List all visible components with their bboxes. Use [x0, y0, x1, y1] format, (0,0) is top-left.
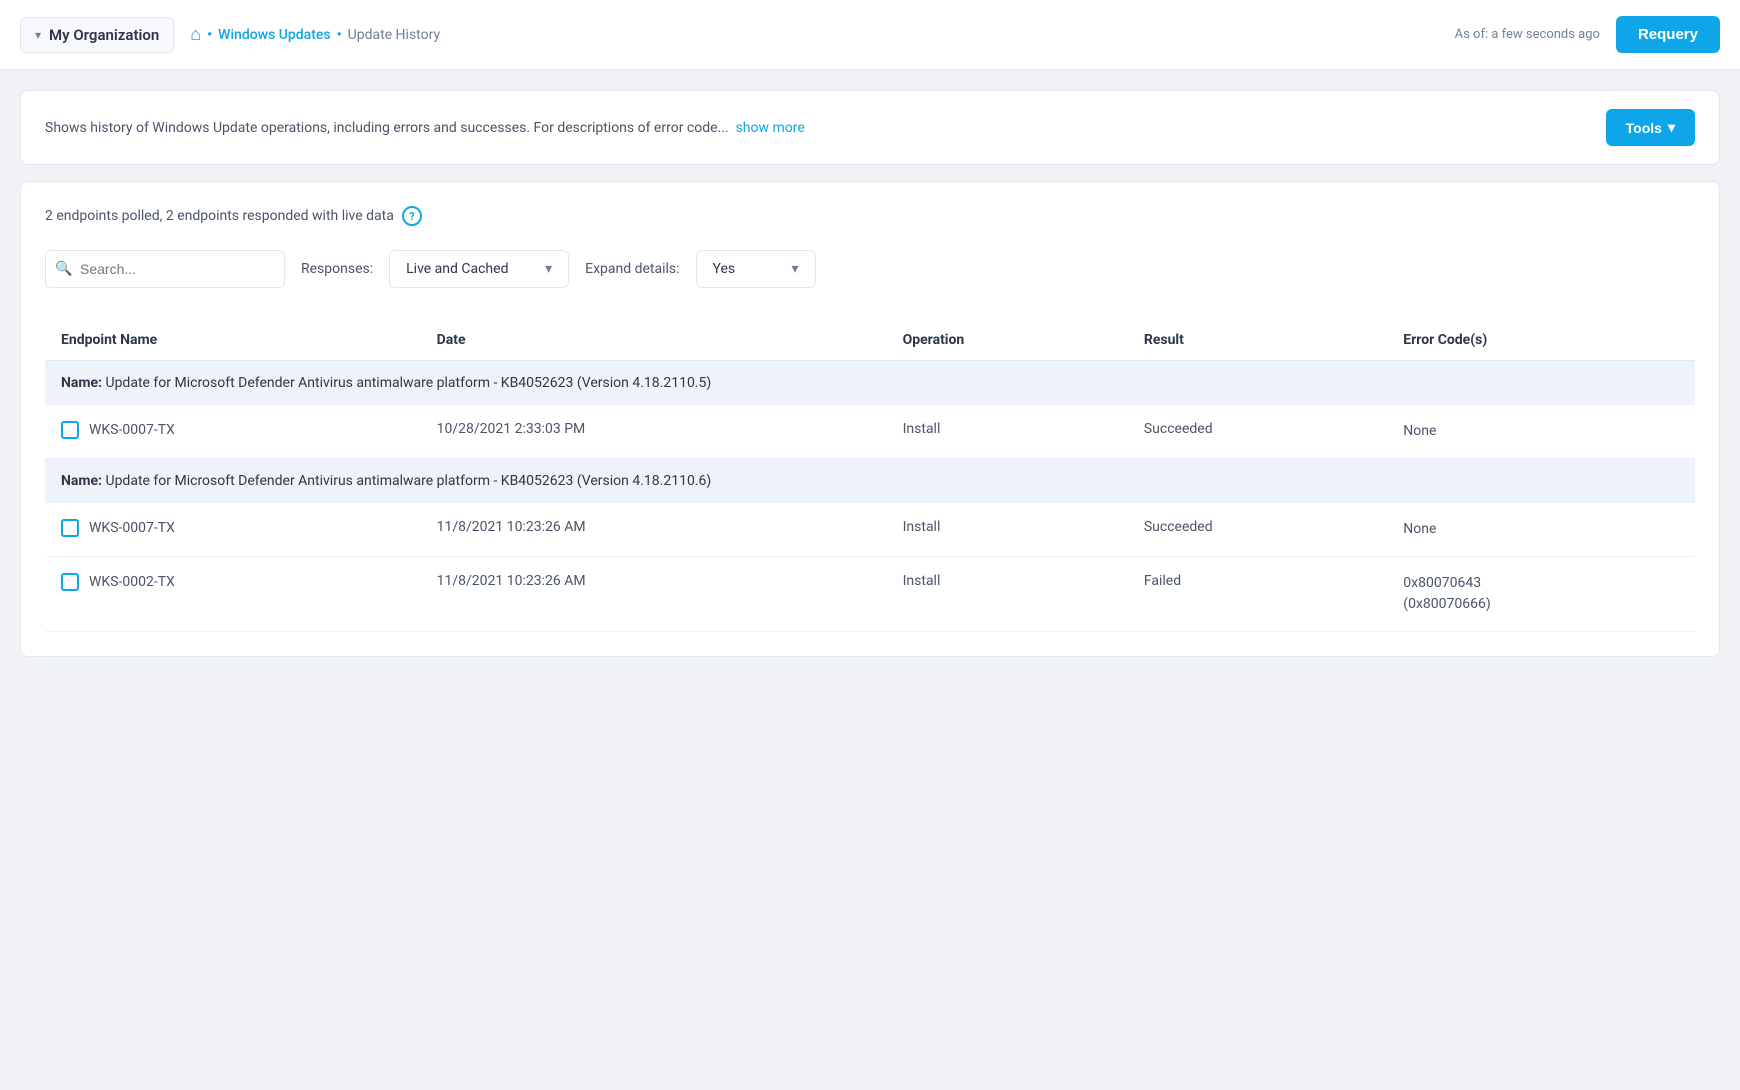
operation-cell: Install [887, 557, 1128, 632]
info-bar: Shows history of Windows Update operatio… [20, 90, 1720, 165]
responses-label: Responses: [301, 261, 373, 277]
error-codes-cell: 0x80070643(0x80070666) [1387, 557, 1695, 632]
header-right: As of: a few seconds ago Requery [1455, 16, 1720, 53]
org-name-label: My Organization [49, 26, 159, 44]
row-checkbox[interactable] [61, 519, 79, 537]
operation-cell: Install [887, 405, 1128, 459]
main-content: Shows history of Windows Update operatio… [0, 70, 1740, 677]
breadcrumb-update-history: Update History [348, 27, 440, 43]
row-checkbox[interactable] [61, 573, 79, 591]
show-more-link[interactable]: show more [736, 120, 805, 136]
expand-chevron-icon: ▾ [792, 261, 799, 277]
tools-label: Tools [1626, 120, 1662, 136]
col-date: Date [421, 320, 887, 361]
data-table: Endpoint Name Date Operation Result Erro… [45, 320, 1695, 632]
search-wrap: 🔍 [45, 250, 285, 288]
date-cell: 11/8/2021 10:23:26 AM [421, 503, 887, 557]
tools-chevron-icon: ▾ [1668, 119, 1675, 136]
info-description: Shows history of Windows Update operatio… [45, 120, 805, 136]
date-cell: 11/8/2021 10:23:26 AM [421, 557, 887, 632]
table-group-row: Name: Update for Microsoft Defender Anti… [45, 361, 1695, 406]
requery-button[interactable]: Requery [1616, 16, 1720, 53]
row-checkbox[interactable] [61, 421, 79, 439]
table-header: Endpoint Name Date Operation Result Erro… [45, 320, 1695, 361]
col-result: Result [1128, 320, 1387, 361]
table-row: WKS-0002-TX 11/8/2021 10:23:26 AMInstallF… [45, 557, 1695, 632]
table-group-row: Name: Update for Microsoft Defender Anti… [45, 459, 1695, 504]
org-chevron-icon: ▾ [35, 28, 41, 42]
table-body: Name: Update for Microsoft Defender Anti… [45, 361, 1695, 632]
group-name-cell: Name: Update for Microsoft Defender Anti… [45, 459, 1695, 504]
table-row: WKS-0007-TX 11/8/2021 10:23:26 AMInstallS… [45, 503, 1695, 557]
group-name-label: Name: [61, 375, 102, 391]
error-codes-cell: None [1387, 503, 1695, 557]
search-icon: 🔍 [55, 261, 72, 277]
endpoints-status-text: 2 endpoints polled, 2 endpoints responde… [45, 208, 394, 224]
responses-value: Live and Cached [406, 261, 508, 277]
group-name-cell: Name: Update for Microsoft Defender Anti… [45, 361, 1695, 406]
as-of-text: As of: a few seconds ago [1455, 27, 1600, 42]
table-container: 2 endpoints polled, 2 endpoints responde… [20, 181, 1720, 657]
breadcrumb: ⌂ • Windows Updates • Update History [190, 24, 440, 45]
help-icon[interactable]: ? [402, 206, 422, 226]
expand-value: Yes [713, 261, 736, 277]
endpoint-name-cell: WKS-0007-TX [45, 405, 421, 459]
group-name-label: Name: [61, 473, 102, 489]
org-selector[interactable]: ▾ My Organization [20, 17, 174, 53]
error-codes-cell: None [1387, 405, 1695, 459]
endpoint-name-value: WKS-0007-TX [89, 422, 175, 438]
endpoints-status: 2 endpoints polled, 2 endpoints responde… [45, 206, 1695, 226]
col-endpoint-name: Endpoint Name [45, 320, 421, 361]
result-cell: Succeeded [1128, 405, 1387, 459]
endpoint-name-value: WKS-0007-TX [89, 520, 175, 536]
responses-select[interactable]: Live and Cached ▾ [389, 250, 569, 288]
breadcrumb-sep-2: • [337, 27, 342, 43]
table-header-row: Endpoint Name Date Operation Result Erro… [45, 320, 1695, 361]
result-cell: Succeeded [1128, 503, 1387, 557]
expand-label: Expand details: [585, 261, 679, 277]
table-row: WKS-0007-TX 10/28/2021 2:33:03 PMInstallS… [45, 405, 1695, 459]
endpoint-name-cell: WKS-0007-TX [45, 503, 421, 557]
result-cell: Failed [1128, 557, 1387, 632]
col-operation: Operation [887, 320, 1128, 361]
breadcrumb-sep-1: • [207, 27, 212, 43]
operation-cell: Install [887, 503, 1128, 557]
search-input[interactable] [45, 250, 285, 288]
breadcrumb-windows-updates[interactable]: Windows Updates [218, 27, 330, 43]
col-error-codes: Error Code(s) [1387, 320, 1695, 361]
endpoint-name-cell: WKS-0002-TX [45, 557, 421, 632]
responses-chevron-icon: ▾ [545, 261, 552, 277]
page-header: ▾ My Organization ⌂ • Windows Updates • … [0, 0, 1740, 70]
tools-button[interactable]: Tools ▾ [1606, 109, 1695, 146]
date-cell: 10/28/2021 2:33:03 PM [421, 405, 887, 459]
endpoint-name-value: WKS-0002-TX [89, 574, 175, 590]
filters-row: 🔍 Responses: Live and Cached ▾ Expand de… [45, 250, 1695, 288]
expand-select[interactable]: Yes ▾ [696, 250, 816, 288]
home-icon[interactable]: ⌂ [190, 24, 201, 45]
